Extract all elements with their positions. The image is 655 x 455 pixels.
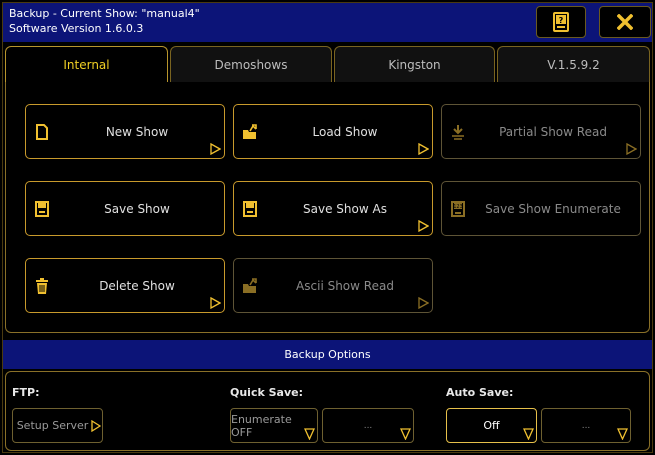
enumerate-label: Enumerate OFF bbox=[231, 412, 292, 439]
software-version: Software Version 1.6.0.3 bbox=[9, 22, 144, 35]
save-show-label: Save Show bbox=[104, 201, 170, 216]
close-button[interactable] bbox=[599, 6, 651, 38]
open-folder-icon bbox=[243, 278, 257, 293]
arrow-icon bbox=[91, 420, 101, 432]
floppy-disk-icon bbox=[35, 201, 49, 217]
quick-save-value: ... bbox=[363, 420, 373, 431]
new-file-icon bbox=[36, 124, 48, 140]
save-show-enumerate-button[interactable]: 123 Save Show Enumerate bbox=[441, 181, 641, 236]
enumerate-icon: 123 bbox=[451, 201, 465, 217]
help-icon: ? bbox=[553, 12, 569, 32]
show-actions-panel: New Show Load Show Partial Show Read Sav… bbox=[5, 82, 650, 333]
svg-text:?: ? bbox=[559, 16, 564, 25]
partial-show-read-button[interactable]: Partial Show Read bbox=[441, 104, 641, 159]
title-bar: Backup - Current Show: "manual4" Softwar… bbox=[3, 3, 652, 42]
arrow-icon bbox=[210, 297, 221, 309]
tab-bar: Internal Demoshows Kingston V.1.5.9.2 bbox=[3, 44, 652, 82]
save-show-as-button[interactable]: Save Show As bbox=[233, 181, 433, 236]
arrow-icon bbox=[210, 143, 221, 155]
load-show-button[interactable]: Load Show bbox=[233, 104, 433, 159]
setup-server-button[interactable]: Setup Server bbox=[12, 408, 103, 443]
close-icon bbox=[617, 14, 633, 30]
arrow-icon bbox=[418, 220, 429, 232]
quick-save-label: Quick Save: bbox=[230, 386, 303, 399]
tab-demoshows[interactable]: Demoshows bbox=[170, 46, 332, 82]
delete-show-label: Delete Show bbox=[99, 278, 175, 293]
backup-options-panel: FTP: Setup Server Quick Save: Enumerate … bbox=[5, 371, 650, 451]
partial-show-read-label: Partial Show Read bbox=[499, 124, 607, 139]
dropdown-arrow-icon bbox=[617, 428, 628, 440]
load-show-label: Load Show bbox=[312, 124, 378, 139]
floppy-disk-icon bbox=[243, 201, 257, 217]
save-show-as-label: Save Show As bbox=[303, 201, 387, 216]
setup-server-label: Setup Server bbox=[16, 419, 89, 432]
new-show-button[interactable]: New Show bbox=[25, 104, 225, 159]
arrow-icon bbox=[626, 143, 637, 155]
new-show-label: New Show bbox=[105, 124, 169, 139]
enumerate-button[interactable]: Enumerate OFF bbox=[230, 408, 318, 443]
quick-save-select[interactable]: ... bbox=[322, 408, 414, 443]
auto-save-off-label: Off bbox=[483, 419, 500, 432]
tab-kingston[interactable]: Kingston bbox=[334, 46, 495, 82]
dropdown-arrow-icon bbox=[304, 428, 315, 440]
ascii-show-read-button[interactable]: Ascii Show Read bbox=[233, 258, 433, 313]
auto-save-off-button[interactable]: Off bbox=[446, 408, 537, 443]
svg-text:123: 123 bbox=[453, 204, 463, 210]
ftp-label: FTP: bbox=[12, 386, 40, 399]
backup-window: Backup - Current Show: "manual4" Softwar… bbox=[2, 2, 653, 453]
auto-save-select[interactable]: ... bbox=[541, 408, 631, 443]
dropdown-arrow-icon bbox=[523, 428, 534, 440]
auto-save-value: ... bbox=[581, 420, 591, 431]
window-title: Backup - Current Show: "manual4" bbox=[9, 7, 200, 20]
arrow-icon bbox=[418, 143, 429, 155]
tab-version[interactable]: V.1.5.9.2 bbox=[497, 46, 650, 82]
auto-save-label: Auto Save: bbox=[446, 386, 514, 399]
trash-icon bbox=[36, 278, 48, 294]
dropdown-arrow-icon bbox=[400, 428, 411, 440]
save-show-enumerate-label: Save Show Enumerate bbox=[485, 201, 621, 216]
arrow-icon bbox=[418, 297, 429, 309]
backup-options-bar: Backup Options bbox=[3, 340, 652, 369]
save-show-button[interactable]: Save Show bbox=[25, 181, 225, 236]
partial-read-icon bbox=[452, 125, 464, 140]
tab-internal[interactable]: Internal bbox=[5, 46, 168, 82]
open-folder-icon bbox=[243, 124, 257, 139]
delete-show-button[interactable]: Delete Show bbox=[25, 258, 225, 313]
help-button[interactable]: ? bbox=[536, 6, 586, 38]
ascii-show-read-label: Ascii Show Read bbox=[296, 278, 394, 293]
